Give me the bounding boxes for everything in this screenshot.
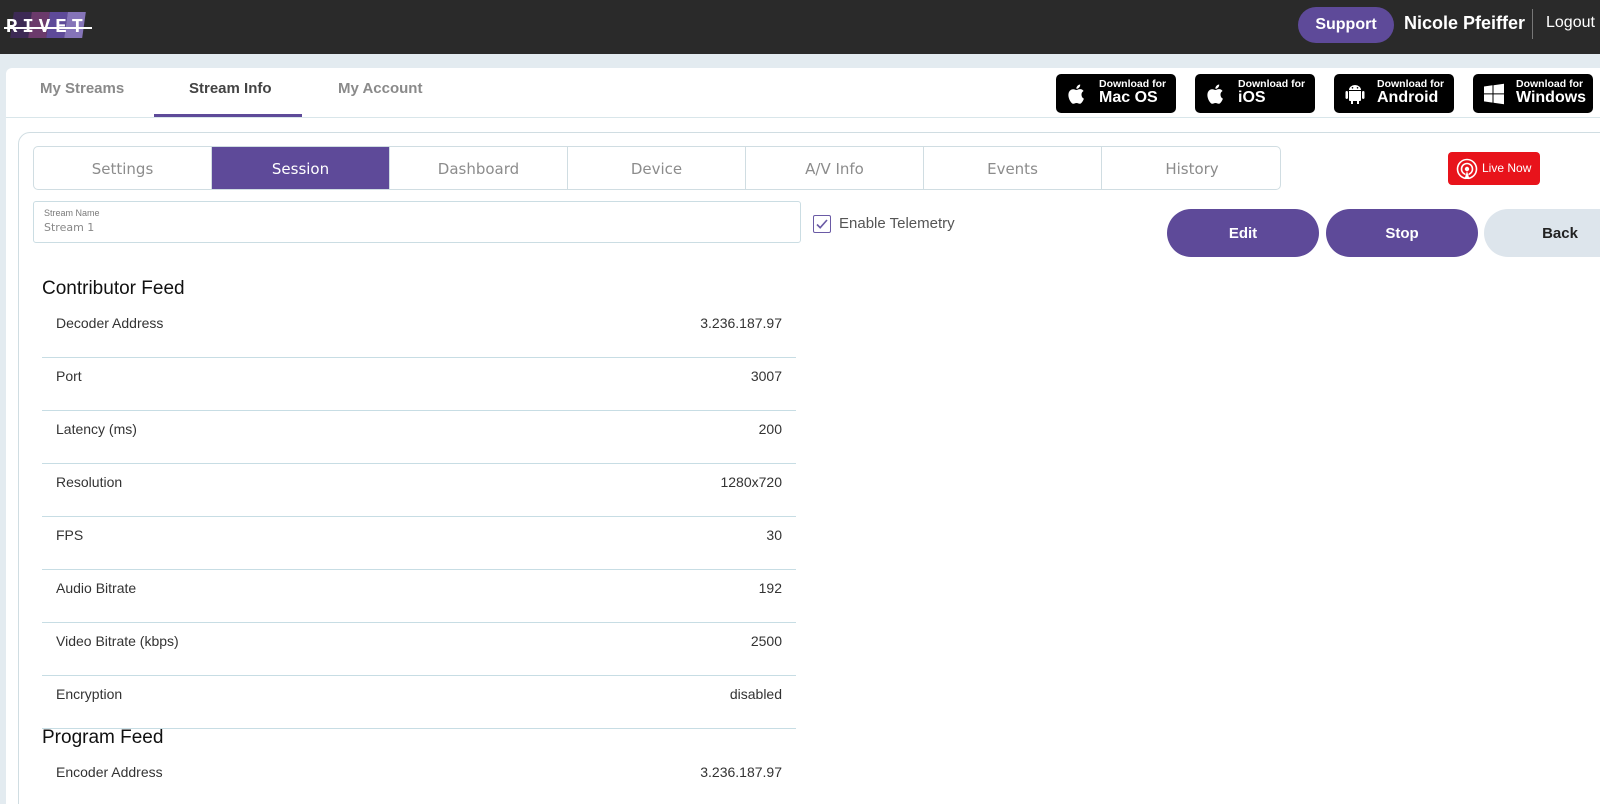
download-windows-button[interactable]: Download for Windows — [1473, 74, 1593, 113]
row-label: Audio Bitrate — [56, 580, 137, 596]
divider — [1532, 9, 1533, 39]
apple-icon — [1068, 84, 1084, 104]
table-row: Latency (ms) 200 — [42, 411, 796, 464]
back-button[interactable]: Back — [1484, 209, 1600, 257]
tab-my-streams[interactable]: My Streams — [40, 80, 124, 97]
download-macos-button[interactable]: Download for Mac OS — [1056, 74, 1176, 113]
checkmark-icon — [816, 219, 828, 229]
stop-button[interactable]: Stop — [1326, 209, 1478, 257]
sub-tab-bar: Settings Session Dashboard Device A/V In… — [33, 146, 1281, 190]
contributor-feed-title: Contributor Feed — [42, 278, 185, 299]
divider — [6, 117, 1600, 118]
telemetry-label[interactable]: Enable Telemetry — [839, 215, 955, 232]
stream-name-input[interactable] — [44, 221, 784, 234]
live-now-badge[interactable]: Live Now — [1448, 152, 1540, 185]
broadcast-icon — [1456, 158, 1478, 180]
table-row: Audio Bitrate 192 — [42, 570, 796, 623]
table-row: FPS 30 — [42, 517, 796, 570]
main-card: My Streams Stream Info My Account Downlo… — [6, 68, 1600, 804]
program-feed-table: Encoder Address 3.236.187.97 — [42, 754, 796, 804]
row-label: Encoder Address — [56, 764, 163, 780]
row-label: Latency (ms) — [56, 421, 137, 437]
subtab-av-info[interactable]: A/V Info — [746, 147, 924, 189]
row-value: 1280x720 — [720, 474, 782, 490]
tab-stream-info[interactable]: Stream Info — [189, 80, 272, 97]
edit-button[interactable]: Edit — [1167, 209, 1319, 257]
rivet-logo[interactable]: RIVET — [4, 10, 92, 40]
download-platform-label: Windows — [1516, 89, 1587, 106]
logo-text: RIVET — [5, 16, 88, 38]
android-icon — [1345, 85, 1365, 104]
download-android-button[interactable]: Download for Android — [1334, 74, 1454, 113]
row-label: Encryption — [56, 686, 123, 702]
row-value: 200 — [758, 421, 782, 437]
download-platform-label: Mac OS — [1099, 89, 1158, 106]
table-row: Encoder Address 3.236.187.97 — [42, 754, 796, 804]
stream-name-field[interactable]: Stream Name — [33, 201, 801, 243]
download-platform-label: Android — [1377, 89, 1439, 106]
row-value: 3007 — [750, 368, 782, 384]
live-now-label: Live Now — [1482, 161, 1532, 175]
subtab-device[interactable]: Device — [568, 147, 746, 189]
subtab-session[interactable]: Session — [212, 147, 390, 189]
support-button[interactable]: Support — [1298, 7, 1394, 43]
download-platform-label: iOS — [1238, 89, 1266, 106]
stream-name-label: Stream Name — [44, 208, 100, 218]
row-value: 3.236.187.97 — [700, 315, 782, 331]
user-name[interactable]: Nicole Pfeiffer — [1404, 13, 1525, 34]
row-value: 2500 — [750, 633, 782, 649]
table-row: Video Bitrate (kbps) 2500 — [42, 623, 796, 676]
subtab-events[interactable]: Events — [924, 147, 1102, 189]
row-label: Decoder Address — [56, 315, 164, 331]
row-value: 30 — [766, 527, 782, 543]
tab-my-account[interactable]: My Account — [338, 80, 422, 97]
windows-icon — [1484, 83, 1504, 105]
table-row: Decoder Address 3.236.187.97 — [42, 305, 796, 358]
row-value: disabled — [729, 686, 782, 702]
subtab-settings[interactable]: Settings — [34, 147, 212, 189]
row-label: FPS — [56, 527, 84, 543]
table-row: Encryption disabled — [42, 676, 796, 729]
logout-link[interactable]: Logout — [1546, 14, 1595, 32]
subtab-dashboard[interactable]: Dashboard — [390, 147, 568, 189]
table-row: Resolution 1280x720 — [42, 464, 796, 517]
telemetry-checkbox[interactable] — [813, 215, 831, 233]
session-panel: Settings Session Dashboard Device A/V In… — [18, 132, 1600, 804]
apple-icon — [1207, 84, 1223, 104]
row-label: Resolution — [56, 474, 123, 490]
subtab-history[interactable]: History — [1102, 147, 1280, 189]
row-label: Port — [56, 368, 82, 384]
row-label: Video Bitrate (kbps) — [56, 633, 179, 649]
program-feed-title: Program Feed — [42, 727, 164, 748]
row-value: 3.236.187.97 — [700, 764, 782, 780]
download-ios-button[interactable]: Download for iOS — [1195, 74, 1315, 113]
top-bar: RIVET Support Nicole Pfeiffer Logout — [0, 0, 1600, 54]
table-row: Port 3007 — [42, 358, 796, 411]
row-value: 192 — [758, 580, 782, 596]
contributor-feed-table: Decoder Address 3.236.187.97 Port 3007 Lat… — [42, 305, 796, 729]
